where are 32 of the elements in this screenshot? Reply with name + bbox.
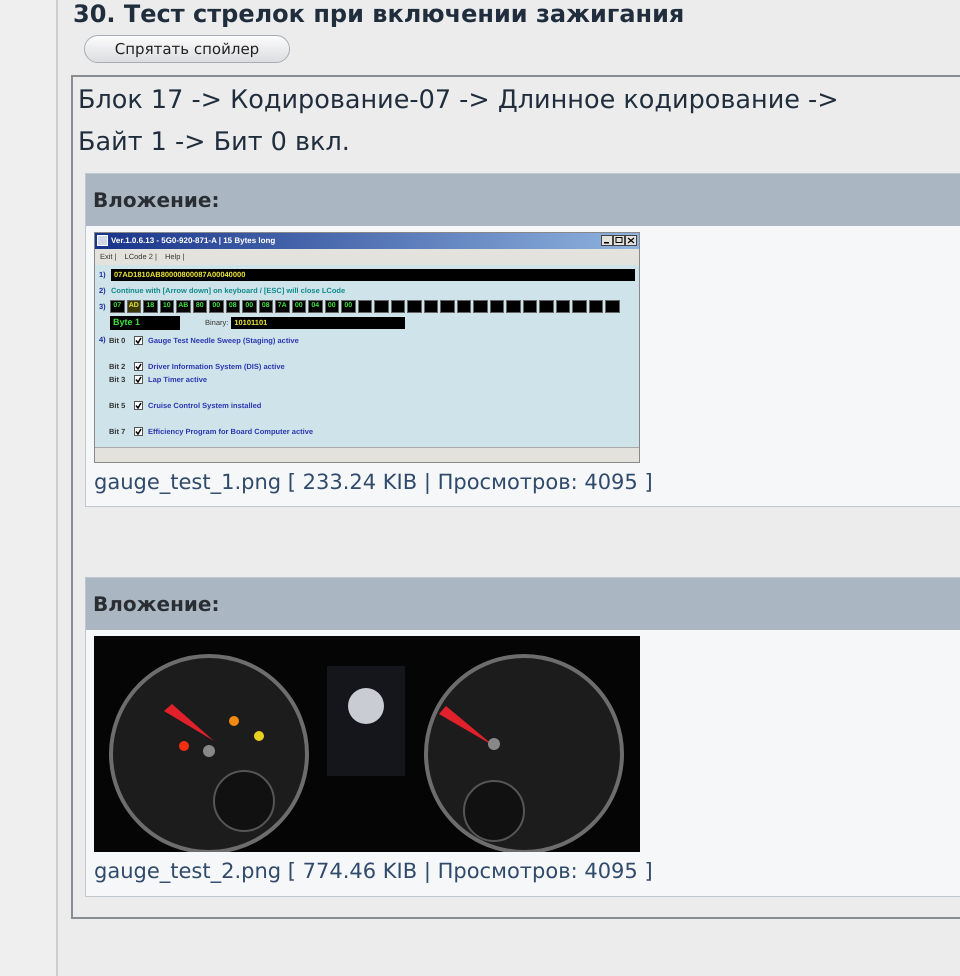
byte-cell[interactable] xyxy=(358,300,372,314)
byte-cell[interactable] xyxy=(424,300,438,314)
spoiler-text: Блок 17 -> Кодирование-07 -> Длинное кодирование -> Байт 1 -> Бит 0 вкл. xyxy=(78,84,840,159)
attachment-caption[interactable]: gauge_test_2.png [ 774.46 KIB | Просмотров: 4095 ] xyxy=(94,856,952,888)
byte-cell[interactable] xyxy=(390,300,405,314)
attachment-caption[interactable]: gauge_test_1.png [ 233.24 KIB | Просмотров: 4095 ] xyxy=(94,466,952,498)
post-heading: 30. Тест стрелок при включении зажигания xyxy=(73,0,686,29)
checkbox[interactable] xyxy=(134,336,143,346)
checkbox[interactable] xyxy=(134,401,143,410)
byte-cell[interactable] xyxy=(506,300,520,314)
byte-cell[interactable] xyxy=(490,300,504,314)
byte-cell[interactable] xyxy=(374,300,388,314)
byte-cell[interactable] xyxy=(588,300,603,314)
window-title: Ver.1.0.6.13 - 5G0-920-871-A | 15 Bytes long xyxy=(111,234,276,247)
checkbox[interactable] xyxy=(134,427,143,436)
checkbox[interactable] xyxy=(134,375,143,384)
byte-cell[interactable] xyxy=(572,300,586,314)
byte-cell[interactable] xyxy=(522,300,537,314)
attachment-header: Вложение: xyxy=(86,174,960,226)
hide-spoiler-button[interactable]: Спрятать спойлер xyxy=(84,34,290,63)
checkbox[interactable] xyxy=(134,362,143,372)
byte-cell[interactable] xyxy=(456,300,471,314)
attachment-header: Вложение: xyxy=(86,578,960,630)
byte-cell[interactable] xyxy=(556,300,570,314)
byte-cell[interactable] xyxy=(539,300,554,314)
byte-label: Byte 1 xyxy=(110,316,180,330)
app-icon xyxy=(97,235,108,246)
byte-cell[interactable] xyxy=(605,300,620,314)
byte-cell[interactable] xyxy=(407,300,422,314)
byte-cell[interactable] xyxy=(440,300,454,314)
byte-cell[interactable] xyxy=(473,300,488,314)
window-controls-icon[interactable] xyxy=(601,235,637,246)
